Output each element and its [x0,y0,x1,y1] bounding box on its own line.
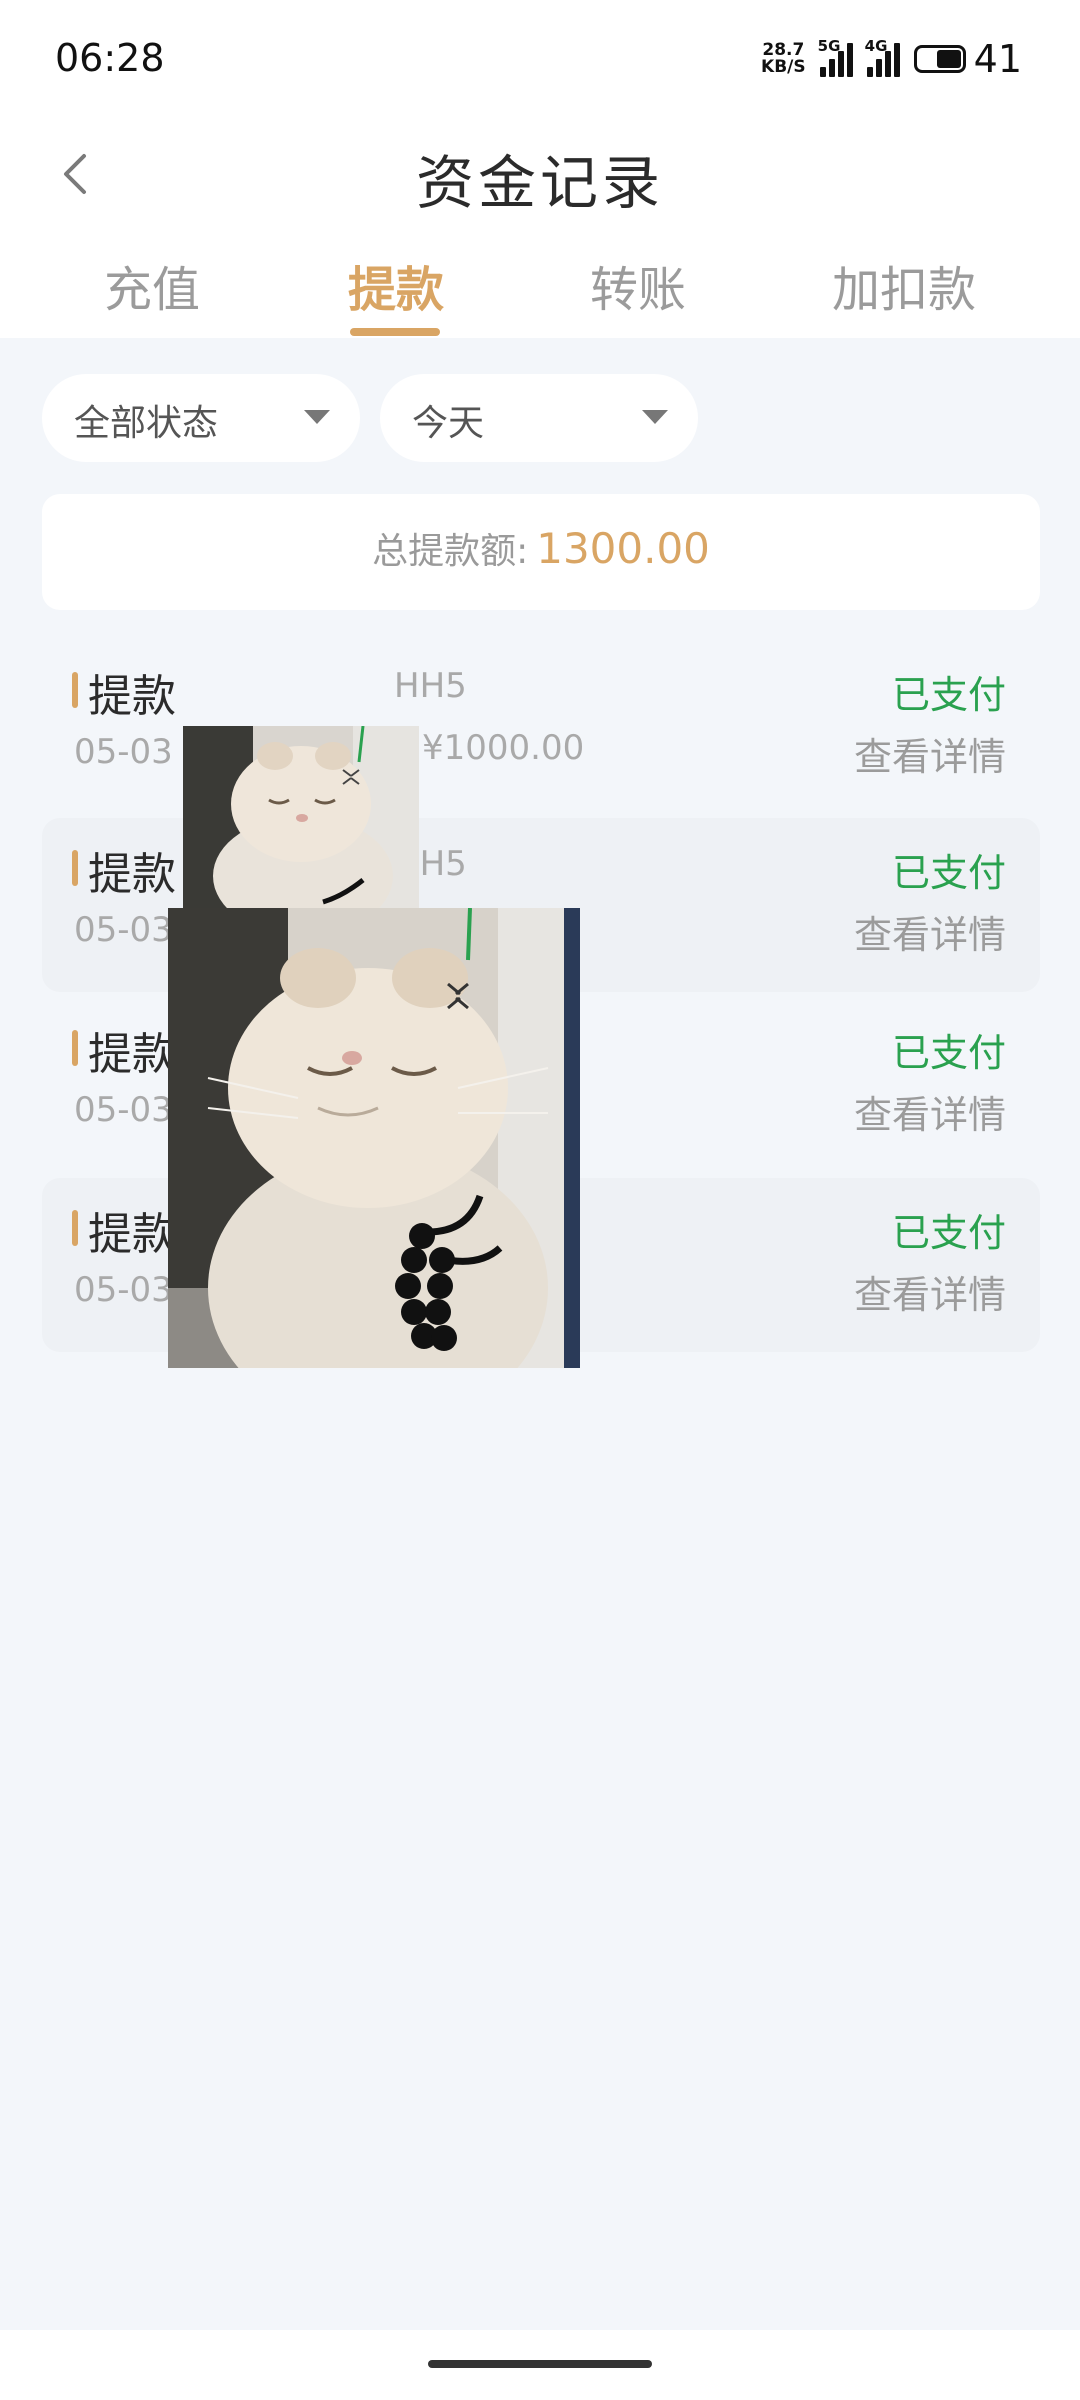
navigation-bar [0,2330,1080,2400]
network-speed-unit: KB/S [761,57,806,77]
record-date: 05-03 [74,910,173,950]
status-icons: 28.7 KB/S 5G 4G 41 [761,37,1022,81]
record-status: 已支付 [891,1211,1006,1255]
status-filter-dropdown[interactable]: 全部状态 [42,374,360,462]
battery-icon [913,45,966,73]
top-area: 06:28 28.7 KB/S 5G 4G 41 资金记录 充值 提款 转账 加… [0,0,1080,338]
tab-recharge[interactable]: 充值 [104,250,200,320]
record-date: 05-03 [74,1090,173,1130]
record-status: 已支付 [891,851,1006,895]
tab-transfer[interactable]: 转账 [590,250,686,320]
active-tab-indicator [350,328,440,336]
cat-sticker-large [168,908,580,1368]
record-amount: ¥1000.00 [422,728,585,768]
record-channel: HH5 [394,666,467,706]
record-type: 提款 [88,1209,176,1260]
total-withdrawal-label: 总提款额: [372,531,529,572]
record-type: 提款 [88,1029,176,1080]
record-type: 提款 [88,671,176,722]
record-status: 已支付 [891,673,1006,717]
header: 资金记录 [0,124,1080,224]
view-details-link[interactable]: 查看详情 [854,726,1006,781]
signal-5g-icon: 5G [818,37,853,77]
signal-4g-icon: 4G [865,37,900,77]
total-withdrawal-value: 1300.00 [536,524,710,573]
record-date: 05-03 [74,1270,173,1310]
record-marker [72,1210,78,1246]
caret-down-icon [304,410,330,424]
tab-adjustment[interactable]: 加扣款 [832,250,976,320]
cat-sticker-small [183,726,419,912]
view-details-link[interactable]: 查看详情 [854,1264,1006,1319]
tab-bar: 充值 提款 转账 加扣款 [0,240,1080,338]
battery-level: 41 [973,37,1022,81]
record-marker [72,850,78,886]
battery-indicator: 41 [913,37,1022,81]
record-date: 05-03 [74,732,173,772]
caret-down-icon [642,410,668,424]
record-marker [72,1030,78,1066]
network-speed: 28.7 KB/S [761,42,806,76]
page-title: 资金记录 [415,149,664,217]
signal-4g-tag: 4G [864,37,888,55]
date-filter-label: 今天 [412,403,485,444]
record-type: 提款 [88,849,176,900]
home-indicator[interactable] [428,2360,652,2368]
view-details-link[interactable]: 查看详情 [854,1084,1006,1139]
status-time: 06:28 [55,36,165,80]
signal-5g-tag: 5G [817,37,841,55]
tab-withdraw[interactable]: 提款 [348,250,444,320]
status-filter-label: 全部状态 [74,403,219,444]
view-details-link[interactable]: 查看详情 [854,904,1006,959]
page: 06:28 28.7 KB/S 5G 4G 41 资金记录 充值 提款 转账 加… [0,0,1080,2400]
status-bar: 06:28 28.7 KB/S 5G 4G 41 [0,0,1080,124]
record-status: 已支付 [891,1031,1006,1075]
date-filter-dropdown[interactable]: 今天 [380,374,698,462]
record-marker [72,672,78,708]
total-withdrawal-card: 总提款额: 1300.00 [42,494,1040,610]
